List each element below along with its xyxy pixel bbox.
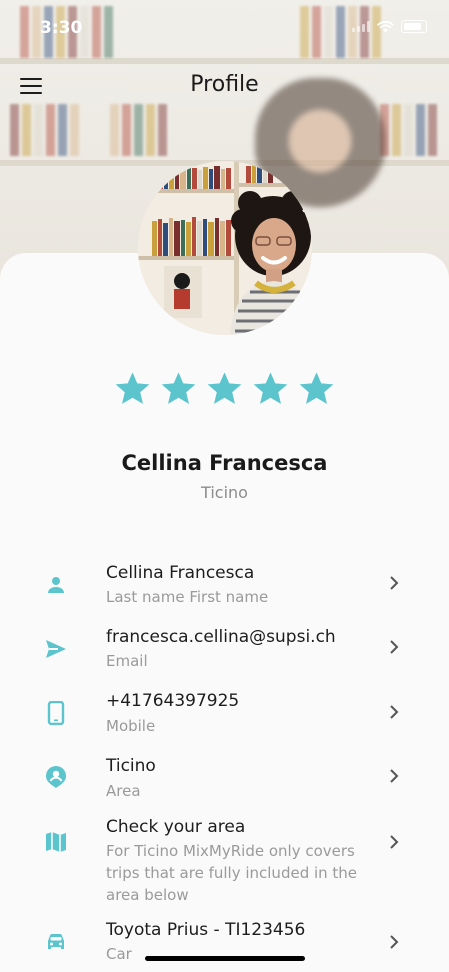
wifi-icon bbox=[377, 20, 394, 32]
battery-icon bbox=[401, 20, 427, 33]
detail-value: Ticino bbox=[106, 756, 156, 776]
page-title: Profile bbox=[190, 72, 259, 97]
location-person-icon bbox=[46, 766, 66, 788]
detail-value: Cellina Francesca bbox=[106, 563, 255, 583]
detail-value: Toyota Prius - TI123456 bbox=[106, 920, 306, 940]
detail-row-mobile[interactable]: +41764397925 Mobile bbox=[0, 689, 449, 741]
chevron-right-icon bbox=[390, 576, 399, 590]
chevron-right-icon bbox=[390, 935, 399, 949]
status-bar-time: 3:30 bbox=[40, 18, 83, 38]
map-icon bbox=[46, 832, 66, 852]
detail-row-area[interactable]: Ticino Area bbox=[0, 754, 449, 806]
star-icon bbox=[161, 372, 196, 404]
detail-value: +41764397925 bbox=[106, 691, 240, 711]
send-icon bbox=[46, 640, 66, 658]
mobile-phone-icon bbox=[47, 701, 65, 725]
detail-label: Car bbox=[106, 945, 132, 963]
chevron-right-icon bbox=[390, 835, 399, 849]
avatar[interactable] bbox=[138, 161, 312, 335]
chevron-right-icon bbox=[390, 640, 399, 654]
star-icon bbox=[299, 372, 334, 404]
detail-label: For Ticino MixMyRide only covers trips t… bbox=[106, 842, 358, 904]
detail-label: Email bbox=[106, 652, 148, 670]
profile-name: Cellina Francesca bbox=[121, 451, 328, 475]
detail-label: Mobile bbox=[106, 717, 156, 735]
profile-screen: 3:30 Profile Cellina Francesca Ticino Ce… bbox=[0, 0, 449, 972]
rating-stars bbox=[0, 370, 449, 407]
profile-region: Ticino bbox=[201, 483, 248, 502]
detail-label: Last name First name bbox=[106, 588, 269, 606]
detail-row-car[interactable]: Toyota Prius - TI123456 Car bbox=[0, 918, 449, 970]
chevron-right-icon bbox=[390, 769, 399, 783]
star-icon bbox=[115, 372, 150, 404]
detail-row-name[interactable]: Cellina Francesca Last name First name bbox=[0, 560, 449, 612]
chevron-right-icon bbox=[390, 705, 399, 719]
detail-row-check-area[interactable]: Check your area For Ticino MixMyRide onl… bbox=[0, 814, 449, 906]
detail-row-email[interactable]: francesca.cellina@supsi.ch Email bbox=[0, 624, 449, 676]
star-icon bbox=[207, 372, 242, 404]
star-icon bbox=[253, 372, 288, 404]
detail-value: francesca.cellina@supsi.ch bbox=[106, 627, 336, 647]
cellular-signal-icon bbox=[352, 21, 370, 32]
person-icon bbox=[48, 577, 64, 593]
detail-label: Area bbox=[106, 782, 141, 800]
home-indicator[interactable] bbox=[145, 956, 305, 961]
detail-value: Check your area bbox=[106, 817, 246, 837]
status-bar-icons bbox=[352, 20, 427, 33]
car-icon bbox=[48, 934, 64, 949]
